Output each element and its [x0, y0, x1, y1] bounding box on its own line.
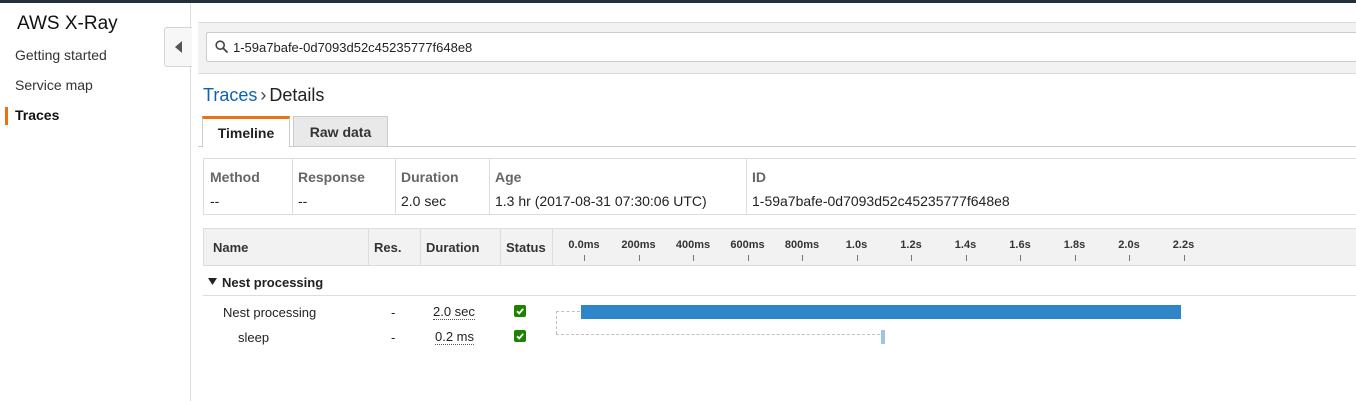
summary-duration-value: 2.0 sec: [401, 193, 447, 209]
summary-age-header: Age: [495, 169, 522, 185]
subsegment-timeline-bar[interactable]: [881, 330, 885, 344]
segment-timeline-bar[interactable]: [581, 305, 1181, 319]
tick-label: 2.2s: [1172, 239, 1195, 251]
breadcrumb: Traces › Details: [203, 85, 324, 106]
caret-left-icon: [174, 41, 182, 53]
timeline-connector: [556, 311, 580, 312]
sidebar-item-service-map[interactable]: Service map: [15, 77, 93, 93]
tick-label: 2.0s: [1118, 239, 1140, 251]
collapse-sidebar-button[interactable]: [164, 27, 192, 67]
sidebar-item-traces[interactable]: Traces: [15, 107, 59, 123]
search-icon: [215, 40, 228, 53]
tick-mark: [1074, 255, 1076, 261]
summary-method-value: --: [210, 193, 220, 209]
tick-mark: [584, 255, 585, 261]
group-label: Nest processing: [222, 275, 324, 290]
tick-mark: [747, 255, 749, 261]
subsegment-res: -: [391, 330, 396, 345]
summary-duration: Duration 2.0 sec: [395, 159, 490, 214]
column-header-status[interactable]: Status: [501, 229, 553, 265]
tick-label: 1.0s: [845, 239, 868, 251]
tick-mark: [693, 255, 694, 261]
search-input[interactable]: [233, 37, 1343, 57]
timeline-connector: [556, 334, 880, 335]
segment-res: -: [391, 305, 396, 320]
summary-age: Age 1.3 hr (2017-08-31 07:30:06 UTC): [489, 159, 747, 214]
search-bar: [198, 22, 1356, 74]
tick-label: 1.2s: [900, 239, 922, 251]
status-ok-icon: [514, 305, 526, 317]
tick-mark: [856, 255, 858, 261]
trace-group-row[interactable]: Nest processing: [203, 271, 1356, 296]
summary-age-value: 1.3 hr (2017-08-31 07:30:06 UTC): [495, 193, 707, 209]
tick-mark: [1183, 255, 1185, 261]
tick-label: 800ms: [784, 239, 820, 251]
column-header-duration[interactable]: Duration: [421, 229, 501, 265]
breadcrumb-link-traces[interactable]: Traces: [203, 85, 257, 105]
summary-method: Method --: [204, 159, 293, 214]
summary-id-value: 1-59a7bafe-0d7093d52c45235777f648e8: [752, 193, 1010, 209]
subsegment-duration[interactable]: 0.2 ms: [435, 330, 475, 345]
tick-label: 0.0ms: [568, 239, 600, 251]
tick-label: 400ms: [675, 239, 711, 251]
subsegment-name: sleep: [238, 330, 270, 345]
table-row[interactable]: sleep - 0.2 ms: [203, 326, 1356, 350]
summary-id: ID 1-59a7bafe-0d7093d52c45235777f648e8: [746, 159, 1356, 214]
timeline-header: Name Res. Duration Status 0.0ms 200ms 400m…: [203, 228, 1356, 266]
summary-response: Response --: [292, 159, 396, 214]
sidebar: AWS X-Ray Getting started Service map Tr…: [0, 3, 191, 401]
tick-mark: [965, 255, 967, 261]
breadcrumb-current: Details: [269, 85, 325, 105]
tick-label: 600ms: [730, 239, 765, 251]
top-bar: [0, 0, 1356, 3]
tick-mark: [802, 255, 803, 261]
summary-method-header: Method: [210, 169, 260, 185]
segment-name: Nest processing: [223, 305, 317, 320]
tick-label: 1.6s: [1009, 239, 1031, 251]
tick-label: 1.8s: [1063, 239, 1086, 251]
active-indicator: [5, 107, 8, 125]
search-box[interactable]: [206, 32, 1356, 62]
tick-mark: [911, 255, 912, 261]
timeline-connector: [556, 311, 557, 334]
tick-mark: [1129, 255, 1130, 261]
tab-raw-data[interactable]: Raw data: [293, 116, 388, 146]
tick-label: 200ms: [621, 239, 656, 251]
segment-duration[interactable]: 2.0 sec: [433, 305, 475, 320]
caret-down-icon[interactable]: [208, 278, 217, 286]
column-header-res[interactable]: Res.: [369, 229, 421, 265]
summary-duration-header: Duration: [401, 169, 459, 185]
summary-id-header: ID: [752, 169, 766, 185]
trace-summary: Method -- Response -- Duration 2.0 sec A…: [203, 158, 1356, 215]
tab-timeline[interactable]: Timeline: [202, 116, 290, 147]
status-ok-icon: [514, 330, 526, 342]
tick-label: 1.4s: [954, 239, 977, 251]
tick-mark: [1020, 255, 1021, 261]
breadcrumb-separator: ›: [260, 85, 267, 105]
tick-mark: [638, 255, 640, 261]
sidebar-item-getting-started[interactable]: Getting started: [15, 47, 107, 63]
tab-divider: [198, 146, 1356, 147]
app-title: AWS X-Ray: [17, 13, 118, 34]
summary-response-value: --: [298, 193, 308, 209]
column-header-name[interactable]: Name: [204, 229, 369, 265]
summary-response-header: Response: [298, 169, 365, 185]
